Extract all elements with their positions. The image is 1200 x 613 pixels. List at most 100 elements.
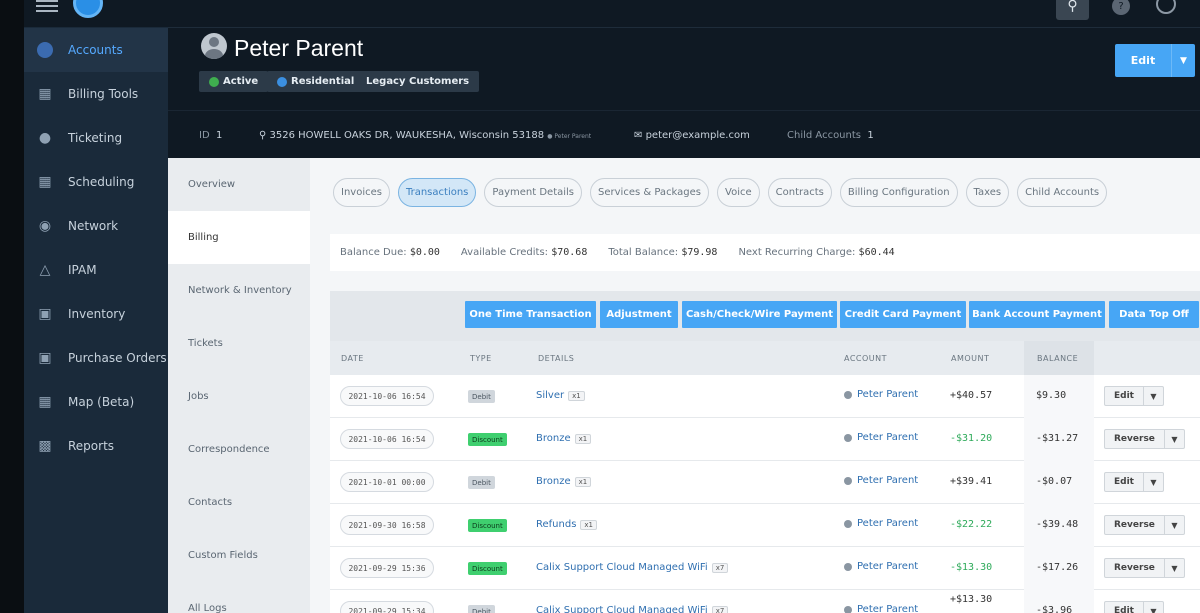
child-accounts[interactable]: Child Accounts 1: [787, 130, 874, 141]
qty-badge: x1: [574, 433, 592, 444]
adjustment-button[interactable]: Adjustment: [600, 301, 678, 328]
subnav-item-billing[interactable]: Billing: [168, 211, 310, 264]
available-credits-value: $70.68: [551, 247, 588, 258]
amount-value: +$39.41: [950, 476, 993, 487]
credit-card-payment-button[interactable]: Credit Card Payment: [840, 301, 966, 328]
details-link[interactable]: Bronze x1: [536, 476, 592, 487]
details-link[interactable]: Silver x1: [536, 390, 585, 401]
account-link[interactable]: Peter Parent: [844, 518, 918, 529]
one-time-transaction-button[interactable]: One Time Transaction: [465, 301, 596, 328]
chevron-down-icon[interactable]: ▼: [1142, 473, 1163, 491]
col-account[interactable]: ACCOUNT: [844, 354, 887, 363]
row-action-label[interactable]: Edit: [1105, 391, 1143, 401]
chevron-down-icon[interactable]: ▼: [1171, 44, 1195, 77]
details-link[interactable]: Bronze x1: [536, 433, 592, 444]
table-row[interactable]: 2021-09-29 15:34 Debit Calix Support Clo…: [330, 590, 1200, 613]
tab-transactions[interactable]: Transactions: [397, 178, 477, 207]
balance-summary: Balance Due: $0.00 Available Credits: $7…: [330, 234, 1200, 271]
sidebar-item-ipam[interactable]: △ IPAM: [24, 248, 168, 292]
subnav-item-contacts[interactable]: Contacts: [168, 476, 310, 529]
sidebar-item-network[interactable]: ◉ Network: [24, 204, 168, 248]
chevron-down-icon[interactable]: ▼: [1163, 559, 1184, 577]
tab-services-packages[interactable]: Services & Packages: [590, 178, 710, 207]
billing-tools-icon: ▦: [38, 86, 52, 102]
tab-billing-configuration[interactable]: Billing Configuration: [839, 178, 958, 207]
tab-taxes[interactable]: Taxes: [965, 178, 1010, 207]
row-action-button[interactable]: Edit ▼: [1104, 386, 1164, 406]
tab-voice[interactable]: Voice: [717, 178, 760, 207]
chevron-down-icon[interactable]: ▼: [1163, 430, 1184, 448]
subnav-item-network-inventory[interactable]: Network & Inventory: [168, 264, 310, 317]
tab-invoices[interactable]: Invoices: [333, 178, 390, 207]
balance-value: -$0.07: [1036, 476, 1073, 487]
details-link[interactable]: Refunds x1: [536, 519, 598, 530]
account-link[interactable]: Peter Parent: [844, 561, 918, 572]
search-button[interactable]: ⚲: [1056, 0, 1089, 20]
child-accounts-value: 1: [867, 130, 874, 141]
amount-value: +$40.57: [950, 390, 993, 401]
account-link[interactable]: Peter Parent: [844, 475, 918, 486]
row-action-button[interactable]: Edit ▼: [1104, 601, 1164, 613]
row-action-label[interactable]: Reverse: [1105, 434, 1164, 444]
subnav-item-custom-fields[interactable]: Custom Fields: [168, 529, 310, 582]
col-details[interactable]: DETAILS: [538, 354, 574, 363]
sidebar-item-label: Ticketing: [68, 131, 123, 145]
row-action-label[interactable]: Edit: [1105, 477, 1143, 487]
network-icon: ◉: [38, 218, 52, 234]
details-link[interactable]: Calix Support Cloud Managed WiFi x7: [536, 562, 729, 573]
chevron-down-icon[interactable]: ▼: [1163, 516, 1184, 534]
available-credits-label: Available Credits:: [460, 247, 549, 258]
type-badge: Debit: [468, 476, 495, 489]
bank-account-payment-button[interactable]: Bank Account Payment: [969, 301, 1105, 328]
sidebar-item-ticketing[interactable]: ● Ticketing: [24, 116, 168, 160]
row-action-button[interactable]: Edit ▼: [1104, 472, 1164, 492]
account-link[interactable]: Peter Parent: [844, 389, 918, 400]
cash-check-wire-button[interactable]: Cash/Check/Wire Payment: [682, 301, 837, 328]
col-date[interactable]: DATE: [341, 354, 364, 363]
sidebar-item-purchase-orders[interactable]: ▣ Purchase Orders: [24, 336, 168, 380]
row-action-button[interactable]: Reverse ▼: [1104, 558, 1185, 578]
row-action-label[interactable]: Reverse: [1105, 563, 1164, 573]
table-header: DATE TYPE DETAILS ACCOUNT AMOUNT BALANCE: [330, 341, 1200, 375]
table-row[interactable]: 2021-10-06 16:54 Debit Silver x1 Peter Pa…: [330, 375, 1200, 418]
table-row[interactable]: 2021-10-01 00:00 Debit Bronze x1 Peter Pa…: [330, 461, 1200, 504]
edit-account-button[interactable]: Edit ▼: [1115, 44, 1195, 77]
table-row[interactable]: 2021-10-06 16:54 Discount Bronze x1 Peter…: [330, 418, 1200, 461]
sidebar-item-billing-tools[interactable]: ▦ Billing Tools: [24, 72, 168, 116]
table-row[interactable]: 2021-09-29 15:36 Discount Calix Support …: [330, 547, 1200, 590]
chevron-down-icon[interactable]: ▼: [1142, 602, 1163, 613]
row-action-label[interactable]: Reverse: [1105, 520, 1164, 530]
account-link[interactable]: Peter Parent: [844, 432, 918, 443]
details-link[interactable]: Calix Support Cloud Managed WiFi x7: [536, 605, 729, 613]
account-text: Peter Parent: [857, 389, 919, 400]
row-action-button[interactable]: Reverse ▼: [1104, 429, 1185, 449]
chevron-down-icon[interactable]: ▼: [1142, 387, 1163, 405]
sidebar-item-scheduling[interactable]: ▦ Scheduling: [24, 160, 168, 204]
data-top-off-button[interactable]: Data Top Off: [1109, 301, 1199, 328]
col-balance[interactable]: BALANCE: [1037, 354, 1078, 363]
subnav-item-overview[interactable]: Overview: [168, 158, 310, 211]
col-type[interactable]: TYPE: [470, 354, 492, 363]
col-amount[interactable]: AMOUNT: [951, 354, 989, 363]
address-contact-name: Peter Parent: [554, 133, 592, 140]
sidebar-item-reports[interactable]: ▩ Reports: [24, 424, 168, 468]
subnav-item-all-logs[interactable]: All Logs: [168, 582, 310, 613]
sidebar-item-inventory[interactable]: ▣ Inventory: [24, 292, 168, 336]
account-address[interactable]: ⚲ 3526 HOWELL OAKS DR, WAUKESHA, Wiscons…: [259, 130, 591, 141]
row-action-label[interactable]: Edit: [1105, 606, 1143, 613]
account-email[interactable]: ✉ peter@example.com: [634, 130, 750, 141]
sidebar-item-accounts[interactable]: Accounts: [24, 28, 168, 72]
subnav-item-jobs[interactable]: Jobs: [168, 370, 310, 423]
hamburger-menu-icon[interactable]: [36, 0, 58, 12]
table-row[interactable]: 2021-09-30 16:58 Discount Refunds x1 Pete…: [330, 504, 1200, 547]
tab-payment-details[interactable]: Payment Details: [484, 178, 583, 207]
tab-child-accounts[interactable]: Child Accounts: [1017, 178, 1108, 207]
row-action-button[interactable]: Reverse ▼: [1104, 515, 1185, 535]
subnav-item-correspondence[interactable]: Correspondence: [168, 423, 310, 476]
tab-contracts[interactable]: Contracts: [767, 178, 832, 207]
sidebar-item-label: Billing Tools: [68, 87, 139, 101]
account-link[interactable]: Peter Parent: [844, 604, 918, 613]
subnav-item-tickets[interactable]: Tickets: [168, 317, 310, 370]
topbar-divider: [168, 27, 1200, 28]
sidebar-item-map-beta[interactable]: ▦ Map (Beta): [24, 380, 168, 424]
